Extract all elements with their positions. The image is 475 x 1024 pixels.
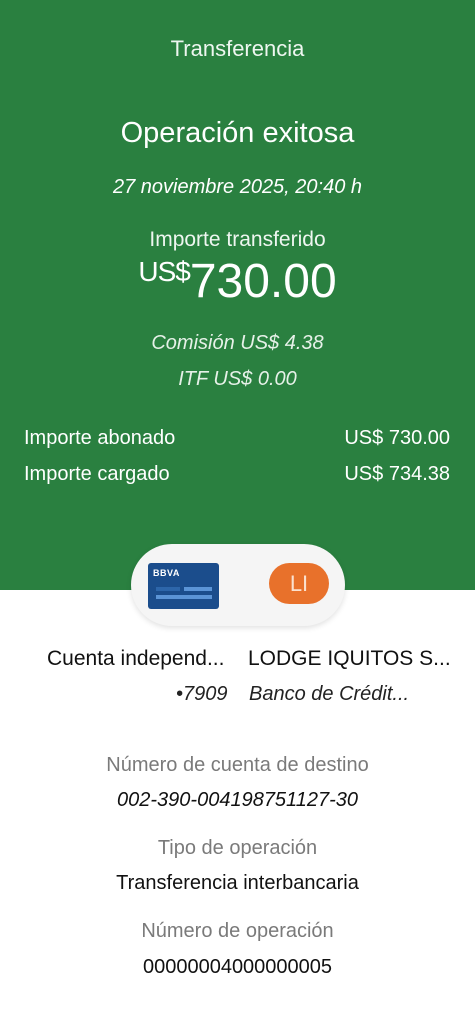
operation-number-label: Número de operación xyxy=(141,920,334,942)
destination-bank: Banco de Crédit... xyxy=(249,683,410,705)
operation-number-value: 00000004000000005 xyxy=(142,956,333,978)
commission-text: Comisión US$ 4.38 xyxy=(151,332,324,354)
operation-datetime: 27 noviembre 2025, 20:40 h xyxy=(112,176,363,198)
charged-amount-value: US$ 734.38 xyxy=(344,463,450,485)
operation-type-label: Tipo de operación xyxy=(157,837,318,859)
origin-account-name: Cuenta independ... xyxy=(47,647,225,670)
bank-card-icon: BBVA xyxy=(148,563,219,609)
destination-name: LODGE IQUITOS S... xyxy=(248,647,451,670)
charged-amount-row: Importe cargado US$ 734.38 xyxy=(24,463,450,486)
operation-type-value: Transferencia interbancaria xyxy=(116,872,359,894)
origin-account-number: •7909 xyxy=(176,683,228,705)
recipient-avatar: LI xyxy=(269,563,329,604)
itf-text: ITF US$ 0.00 xyxy=(178,368,297,390)
credited-amount-label: Importe abonado xyxy=(24,427,176,449)
credited-amount-value: US$ 730.00 xyxy=(344,427,450,449)
parties-pill: BBVA LI xyxy=(131,544,345,626)
charged-amount-label: Importe cargado xyxy=(24,463,170,485)
amount-value: 730.00 xyxy=(189,255,337,308)
destination-account-label: Número de cuenta de destino xyxy=(106,754,369,776)
bank-logo-text: BBVA xyxy=(153,568,180,578)
destination-account-value: 002-390-004198751127-30 xyxy=(117,789,358,811)
credited-amount-row: Importe abonado US$ 730.00 xyxy=(24,427,450,450)
receipt-header: Transferencia Operación exitosa 27 novie… xyxy=(0,0,475,590)
transferred-amount-label: Importe transferido xyxy=(149,228,326,251)
transferred-amount: US$730.00 xyxy=(0,254,475,309)
amount-currency: US$ xyxy=(138,256,190,287)
screen-title: Transferencia xyxy=(170,36,305,61)
operation-status: Operación exitosa xyxy=(120,117,355,149)
